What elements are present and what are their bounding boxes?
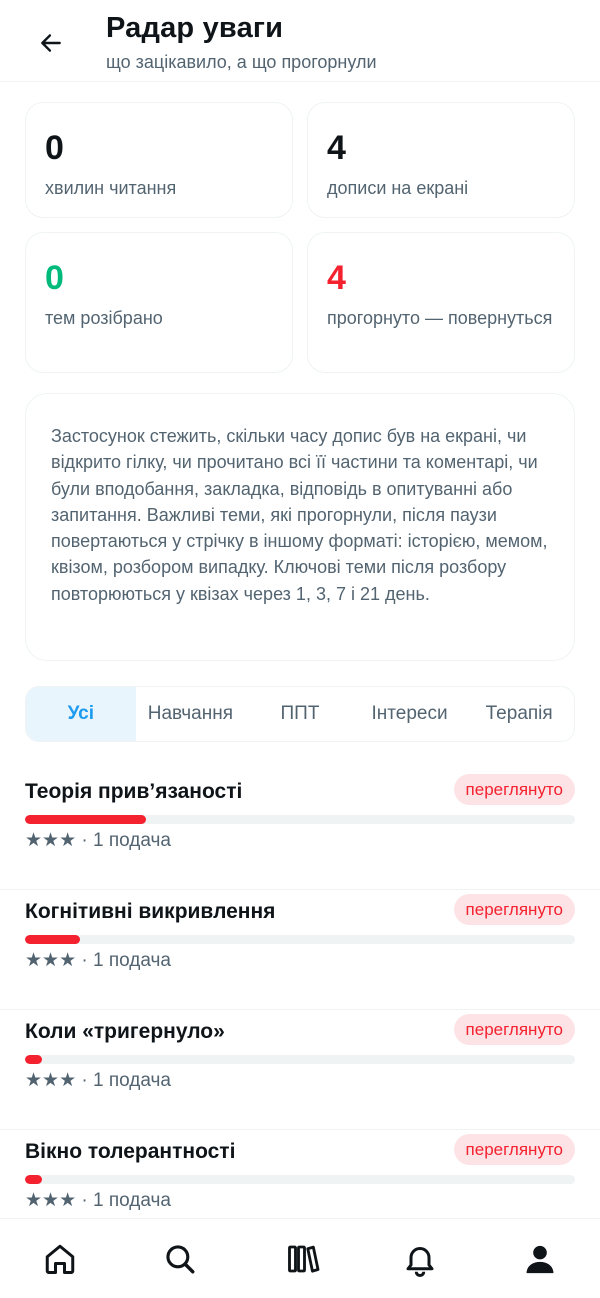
tab-ppt[interactable]: ППТ — [245, 687, 355, 741]
page-title: Радар уваги — [106, 12, 284, 44]
stat-label: хвилин читання — [45, 178, 177, 198]
tab-therapy[interactable]: Терапія — [464, 687, 574, 741]
stat-label: тем розібрано — [45, 308, 163, 328]
stat-value: 0 — [45, 129, 64, 167]
stat-value: 0 — [45, 259, 64, 297]
progress-fill — [25, 1055, 42, 1064]
progress-fill — [25, 815, 146, 824]
nav-library[interactable] — [283, 1239, 323, 1279]
tab-interests[interactable]: Інтереси — [355, 687, 465, 741]
progress-bar — [25, 1055, 575, 1064]
stat-card-topics-covered: 0 тем розібрано — [25, 232, 293, 373]
topic-title: Когнітивні викривлення — [25, 900, 276, 923]
search-icon — [166, 1245, 195, 1274]
nav-search[interactable] — [160, 1239, 200, 1279]
profile-icon — [526, 1245, 554, 1274]
stat-card-reading-minutes: 0 хвилин читання — [25, 102, 293, 218]
home-icon — [45, 1244, 75, 1274]
topic-item[interactable]: Коли «тригернуло» переглянуто ★★★ · 1 по… — [0, 1010, 600, 1130]
stat-value: 4 — [327, 129, 346, 167]
progress-fill — [25, 935, 80, 944]
header: Радар уваги що зацікавило, а що прогорну… — [0, 0, 600, 82]
progress-bar — [25, 1175, 575, 1184]
progress-bar — [25, 815, 575, 824]
info-card: Застосунок стежить, скільки часу допис б… — [25, 393, 575, 661]
topic-item[interactable]: Когнітивні викривлення переглянуто ★★★ ·… — [0, 890, 600, 1010]
topic-meta: ★★★ · 1 подача — [25, 950, 171, 971]
nav-home[interactable] — [40, 1239, 80, 1279]
stat-label: прогорнуто — повернуться — [327, 308, 553, 328]
topic-title: Теорія прив’язаності — [25, 780, 243, 803]
topic-item[interactable]: Теорія прив’язаності переглянуто ★★★ · 1… — [0, 770, 600, 890]
status-badge: переглянуто — [453, 1134, 575, 1165]
arrow-left-icon — [41, 34, 61, 52]
stat-value: 4 — [327, 259, 346, 297]
nav-profile[interactable] — [520, 1239, 560, 1279]
topic-meta: ★★★ · 1 подача — [25, 1070, 171, 1091]
page-subtitle: що зацікавило, а що прогорнули — [106, 52, 377, 72]
status-badge: переглянуто — [453, 894, 575, 925]
status-badge: переглянуто — [453, 1014, 575, 1045]
bell-icon — [406, 1247, 434, 1277]
info-text: Застосунок стежить, скільки часу допис б… — [51, 426, 548, 604]
stat-card-scrolled-past: 4 прогорнуто — повернуться — [307, 232, 575, 373]
stat-card-posts-on-screen: 4 дописи на екрані — [307, 102, 575, 218]
filter-tabs: Усі Навчання ППТ Інтереси Терапія — [25, 686, 575, 742]
nav-notifications[interactable] — [400, 1239, 440, 1279]
topic-title: Коли «тригернуло» — [25, 1020, 225, 1043]
tab-learning[interactable]: Навчання — [136, 687, 246, 741]
status-badge: переглянуто — [453, 774, 575, 805]
library-icon — [288, 1245, 320, 1273]
stat-label: дописи на екрані — [327, 178, 469, 198]
bottom-nav — [0, 1218, 600, 1298]
progress-fill — [25, 1175, 42, 1184]
topic-meta: ★★★ · 1 подача — [25, 830, 171, 851]
topic-meta: ★★★ · 1 подача — [25, 1190, 171, 1211]
progress-bar — [25, 935, 575, 944]
back-button[interactable] — [30, 22, 72, 64]
topic-title: Вікно толерантності — [25, 1140, 236, 1163]
tab-all[interactable]: Усі — [26, 687, 136, 741]
